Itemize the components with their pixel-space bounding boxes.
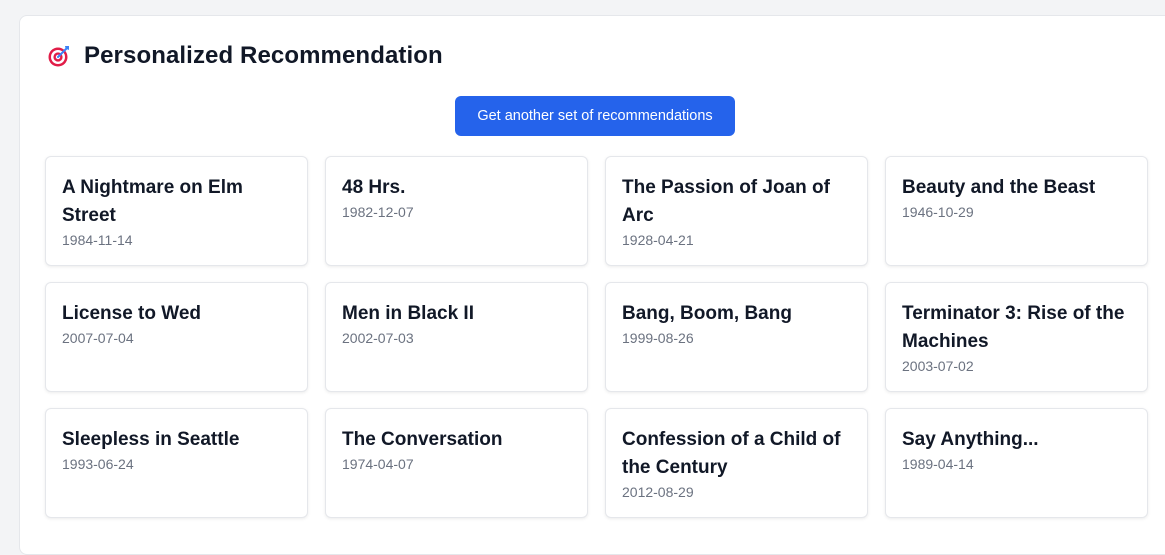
recommendation-panel: Personalized Recommendation Get another … — [19, 15, 1165, 555]
movie-grid: A Nightmare on Elm Street 1984-11-14 48 … — [45, 156, 1148, 518]
movie-title: License to Wed — [62, 303, 202, 324]
movie-title: Confession of a Child of the Century — [622, 429, 841, 478]
movie-title: Sleepless in Seattle — [62, 429, 240, 450]
target-dart-icon — [47, 44, 71, 68]
movie-card[interactable]: The Conversation 1974-04-07 — [325, 408, 588, 518]
movie-release-date: 1974-04-07 — [342, 456, 414, 472]
movie-release-date: 1989-04-14 — [902, 456, 974, 472]
movie-release-date: 2007-07-04 — [62, 330, 134, 346]
movie-card[interactable]: Say Anything... 1989-04-14 — [885, 408, 1148, 518]
movie-card[interactable]: Bang, Boom, Bang 1999-08-26 — [605, 282, 868, 392]
movie-title: Men in Black II — [342, 303, 474, 324]
movie-release-date: 1984-11-14 — [62, 232, 133, 248]
movie-title: Say Anything... — [902, 429, 1039, 450]
movie-release-date: 1982-12-07 — [342, 204, 414, 220]
movie-card[interactable]: Sleepless in Seattle 1993-06-24 — [45, 408, 308, 518]
movie-card[interactable]: Confession of a Child of the Century 201… — [605, 408, 868, 518]
movie-release-date: 2012-08-29 — [622, 484, 694, 500]
movie-title: A Nightmare on Elm Street — [62, 177, 243, 226]
movie-card[interactable]: 48 Hrs. 1982-12-07 — [325, 156, 588, 266]
movie-title: The Conversation — [342, 429, 503, 450]
movie-card[interactable]: The Passion of Joan of Arc 1928-04-21 — [605, 156, 868, 266]
movie-release-date: 2002-07-03 — [342, 330, 414, 346]
movie-card[interactable]: Beauty and the Beast 1946-10-29 — [885, 156, 1148, 266]
movie-title: Bang, Boom, Bang — [622, 303, 792, 324]
movie-title: Terminator 3: Rise of the Machines — [902, 303, 1125, 352]
panel-header: Personalized Recommendation — [47, 42, 443, 70]
get-recommendations-button[interactable]: Get another set of recommendations — [455, 96, 735, 136]
movie-card[interactable]: Terminator 3: Rise of the Machines 2003-… — [885, 282, 1148, 392]
page-title: Personalized Recommendation — [84, 42, 443, 69]
movie-release-date: 1999-08-26 — [622, 330, 694, 346]
movie-release-date: 1928-04-21 — [622, 232, 694, 248]
movie-title: Beauty and the Beast — [902, 177, 1096, 198]
movie-card[interactable]: License to Wed 2007-07-04 — [45, 282, 308, 392]
movie-card[interactable]: A Nightmare on Elm Street 1984-11-14 — [45, 156, 308, 266]
movie-card[interactable]: Men in Black II 2002-07-03 — [325, 282, 588, 392]
movie-release-date: 1946-10-29 — [902, 204, 974, 220]
movie-title: 48 Hrs. — [342, 177, 406, 198]
movie-release-date: 2003-07-02 — [902, 358, 974, 374]
movie-title: The Passion of Joan of Arc — [622, 177, 830, 226]
movie-release-date: 1993-06-24 — [62, 456, 134, 472]
